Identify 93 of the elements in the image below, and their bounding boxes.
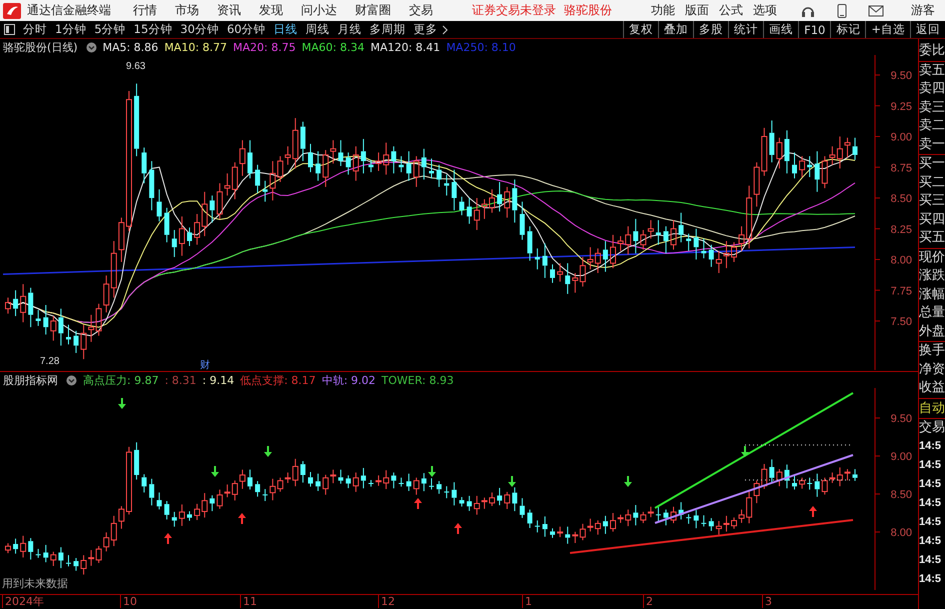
- trade-time: 14:5: [919, 439, 942, 454]
- menu-item[interactable]: 交易: [409, 2, 433, 19]
- trade-time: 14:5: [919, 458, 942, 473]
- quote-label: 买二: [919, 174, 945, 192]
- auto-button[interactable]: 自动: [919, 398, 945, 418]
- period-tab[interactable]: 多周期: [366, 22, 410, 37]
- indicator-value: 低点支撑: 8.17: [240, 372, 316, 388]
- trade-time: 14:5: [919, 515, 942, 530]
- menu-item[interactable]: 发现: [259, 2, 283, 19]
- period-tab[interactable]: 30分钟: [176, 22, 223, 37]
- price-tick-label: 9.50: [890, 413, 912, 425]
- chart-title: 股朋指标网: [3, 372, 58, 388]
- menu-item[interactable]: 版面: [685, 2, 709, 19]
- user-label[interactable]: 游客: [911, 2, 935, 19]
- date-tick-label: 3: [762, 595, 772, 608]
- quote-label: 外盘: [919, 322, 945, 340]
- price-tick-label: 9.00: [890, 451, 912, 463]
- date-tick-label: 2: [643, 595, 653, 608]
- indicator-value: 高点压力: 9.87: [83, 372, 159, 388]
- period-tab[interactable]: 分时: [19, 22, 51, 37]
- date-tick-label: 11: [240, 595, 257, 608]
- quote-label: 总量: [919, 304, 945, 322]
- quote-label: 卖一: [919, 136, 945, 154]
- high-price-label: 9.63: [126, 61, 146, 72]
- quote-label: 收益: [919, 379, 945, 397]
- indicator-value: MA20: 8.75: [233, 40, 296, 54]
- price-tick-label: 8.00: [890, 527, 912, 539]
- price-tick-label: 9.50: [890, 70, 912, 82]
- date-tick-label: 2024年: [2, 595, 44, 608]
- trade-time: 14:5: [919, 496, 942, 511]
- login-notice: 证券交易未登录: [472, 2, 556, 19]
- indicator-value: : 8.31: [164, 374, 196, 386]
- quote-label: 卖三: [919, 98, 945, 116]
- trades-label: 交易: [919, 418, 945, 436]
- quote-label: 委比: [919, 42, 945, 60]
- chart-title: 骆驼股份(日线): [3, 40, 78, 54]
- date-tick-label: 12: [378, 595, 395, 608]
- low-price-label: 7.28: [40, 356, 60, 367]
- menu-item[interactable]: 资讯: [217, 2, 241, 19]
- indicator-value: MA250: 8.10: [446, 40, 516, 54]
- quote-label: 涨跌: [919, 267, 945, 285]
- period-tab[interactable]: 1分钟: [51, 22, 90, 37]
- trade-time: 14:5: [919, 534, 942, 549]
- period-tab[interactable]: 5分钟: [90, 22, 130, 37]
- period-tab[interactable]: 月线: [334, 22, 366, 37]
- quote-label: 买一: [919, 155, 945, 173]
- indicator-value: MA5: 8.86: [102, 40, 158, 54]
- menu-item[interactable]: 问小达: [301, 2, 337, 19]
- indicator-value: MA120: 8.41: [370, 40, 440, 54]
- menu-item[interactable]: 功能: [651, 2, 675, 19]
- period-tab[interactable]: 更多: [410, 22, 442, 37]
- date-tick-label: 1: [522, 595, 532, 608]
- date-tick-label: 10: [120, 595, 137, 608]
- quote-label: 买四: [919, 210, 945, 228]
- quote-label: 现价: [919, 248, 945, 266]
- warning-note: 用到未来数据: [2, 577, 68, 590]
- price-tick-label: 8.50: [890, 489, 912, 501]
- menu-item[interactable]: 财富圈: [355, 2, 391, 19]
- trade-time: 14:5: [919, 477, 942, 492]
- quote-label: 卖四: [919, 80, 945, 98]
- price-tick-label: 8.25: [890, 224, 912, 236]
- price-tick-label: 8.50: [890, 193, 912, 205]
- quote-label: 买五: [919, 229, 945, 247]
- indicator-value: TOWER: 8.93: [382, 374, 454, 386]
- indicator-value: MA60: 8.34: [302, 40, 364, 54]
- menu-item[interactable]: 行情: [133, 2, 157, 19]
- price-tick-label: 8.00: [890, 254, 912, 266]
- menu-item[interactable]: 市场: [175, 2, 199, 19]
- menu-item[interactable]: 公式: [719, 2, 743, 19]
- indicator-value: : 9.14: [202, 374, 234, 386]
- price-tick-label: 7.50: [890, 316, 912, 328]
- period-tab[interactable]: 15分钟: [130, 22, 176, 37]
- indicator-value: 中轨: 9.02: [322, 372, 376, 388]
- quote-label: 买三: [919, 192, 945, 210]
- quote-label: 卖二: [919, 117, 945, 135]
- period-tab[interactable]: 周线: [302, 22, 334, 37]
- price-tick-label: 7.75: [890, 285, 912, 298]
- period-tab[interactable]: 日线: [270, 22, 302, 37]
- trade-time: 14:5: [919, 553, 942, 568]
- price-tick-label: 9.25: [890, 100, 912, 113]
- event-marker: 财: [200, 360, 210, 370]
- quote-label: 净资: [919, 360, 945, 378]
- period-tab[interactable]: 60分钟: [222, 22, 270, 37]
- quote-label: 换手: [919, 342, 945, 360]
- trade-time: 14:5: [919, 572, 942, 587]
- price-tick-label: 8.75: [890, 162, 912, 174]
- quote-label: 卖五: [919, 62, 945, 80]
- stock-name-link[interactable]: 骆驼股份: [564, 2, 612, 19]
- menu-item[interactable]: 选项: [753, 2, 777, 19]
- quote-label: 涨幅: [919, 286, 945, 304]
- app-title: 通达信金融终端: [27, 2, 111, 19]
- indicator-value: MA10: 8.77: [164, 40, 228, 54]
- price-tick-label: 9.00: [890, 132, 912, 144]
